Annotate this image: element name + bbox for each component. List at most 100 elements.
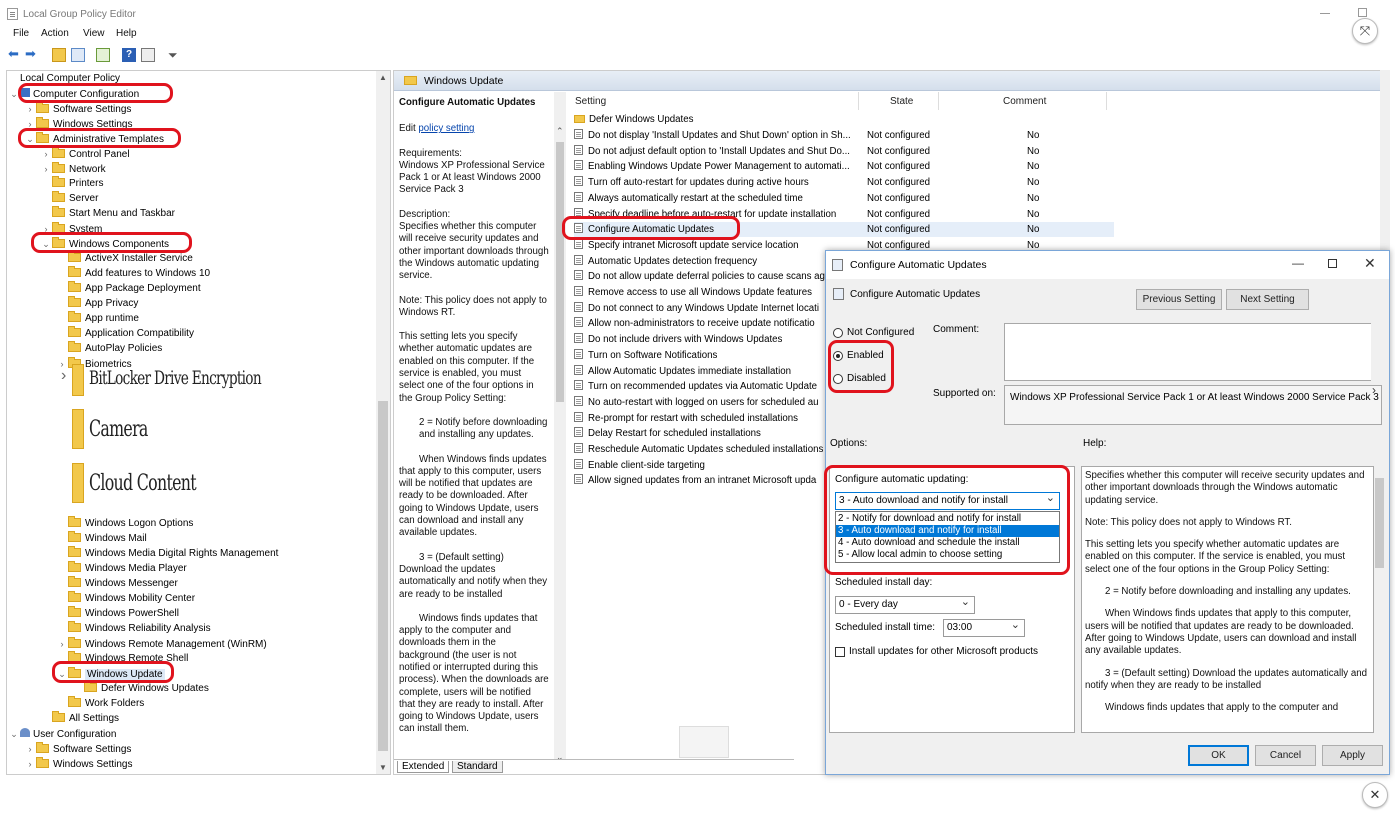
install-other-checkbox[interactable]: [835, 647, 845, 657]
list-item-name: Turn on recommended updates via Automati…: [588, 381, 818, 393]
minimize-icon[interactable]: —: [1292, 256, 1304, 270]
tree-app-privacy[interactable]: App Privacy: [56, 296, 138, 311]
scroll-thumb[interactable]: [378, 401, 388, 751]
tree-messenger[interactable]: Windows Messenger: [56, 576, 178, 591]
tree-app-runtime[interactable]: App runtime: [56, 311, 139, 326]
list-item[interactable]: Do not adjust default option to 'Install…: [574, 144, 1114, 159]
menu-view[interactable]: View: [83, 28, 105, 39]
list-item-state: Not configured: [867, 224, 931, 236]
tree-user-windows[interactable]: › Windows Settings: [24, 757, 132, 771]
supported-text: Windows XP Professional Service Pack 1 o…: [1010, 392, 1379, 403]
tree-start-menu[interactable]: Start Menu and Taskbar: [40, 206, 175, 221]
tree-winrm[interactable]: › Windows Remote Management (WinRM): [56, 637, 267, 651]
comment-field[interactable]: [1004, 323, 1382, 381]
scroll-thumb[interactable]: [556, 142, 564, 402]
show-tree-icon[interactable]: [71, 48, 85, 62]
folder-icon: [68, 576, 81, 587]
tree-add-features[interactable]: Add features to Windows 10: [56, 266, 210, 281]
comment-scrollbar[interactable]: [1371, 323, 1382, 381]
list-item-name: Remove access to use all Windows Update …: [588, 287, 812, 298]
folder-icon: [72, 364, 84, 396]
policy-setting-link[interactable]: policy setting: [418, 123, 474, 134]
time-dropdown[interactable]: 03:00: [943, 617, 1025, 637]
tree-work-folders[interactable]: Work Folders: [56, 696, 144, 711]
scroll-up-icon[interactable]: ⌃: [556, 126, 564, 137]
tree-app-package[interactable]: App Package Deployment: [56, 281, 201, 296]
chevron-right-icon[interactable]: ›: [1372, 383, 1376, 397]
desc-title: Configure Automatic Updates: [399, 97, 536, 108]
properties-icon[interactable]: [141, 48, 155, 62]
tab-standard[interactable]: Standard: [452, 761, 503, 773]
tree-powershell[interactable]: Windows PowerShell: [56, 606, 179, 621]
tree-media-player[interactable]: Windows Media Player: [56, 561, 187, 576]
desc-scrollbar[interactable]: ⌃ ⌄: [554, 92, 566, 762]
list-folder-defer[interactable]: Defer Windows Updates: [574, 112, 1114, 127]
tree-mobility[interactable]: Windows Mobility Center: [56, 591, 195, 606]
tree-user-configuration[interactable]: ⌄ User Configuration: [8, 727, 116, 741]
col-comment[interactable]: Comment: [1003, 96, 1046, 107]
export-icon[interactable]: [96, 48, 110, 62]
tree-cloud-content[interactable]: Cloud Content: [89, 471, 197, 496]
tree-server[interactable]: Server: [40, 191, 98, 206]
back-icon[interactable]: ⬅: [8, 47, 22, 62]
help-icon[interactable]: ?: [122, 48, 136, 62]
tree-activex[interactable]: ActiveX Installer Service: [56, 251, 193, 266]
scroll-down-icon[interactable]: ▼: [379, 763, 387, 772]
menu-help[interactable]: Help: [116, 28, 137, 39]
col-state[interactable]: State: [890, 96, 913, 107]
tab-extended[interactable]: Extended: [397, 761, 450, 773]
maximize-icon[interactable]: [1328, 259, 1337, 268]
next-setting-button[interactable]: Next Setting: [1226, 289, 1309, 310]
tree-user-software[interactable]: › Software Settings: [24, 742, 131, 756]
list-item[interactable]: Enabling Windows Update Power Management…: [574, 159, 1114, 174]
filter-icon[interactable]: ⏷: [168, 48, 182, 62]
tree-all-settings[interactable]: All Settings: [40, 711, 119, 726]
tree-printers[interactable]: Printers: [40, 176, 103, 191]
list-item-name: Do not allow update deferral policies to…: [588, 271, 825, 283]
previous-setting-button[interactable]: Previous Setting: [1136, 289, 1222, 310]
tree-camera[interactable]: Camera: [89, 417, 148, 442]
policy-icon: [574, 474, 583, 485]
help-scrollbar[interactable]: [1374, 466, 1385, 733]
close-icon[interactable]: ✕: [1364, 255, 1376, 272]
menu-action[interactable]: Action: [41, 28, 69, 39]
col-setting[interactable]: Setting: [575, 96, 606, 107]
tree-autoplay[interactable]: AutoPlay Policies: [56, 341, 162, 356]
tree-mail[interactable]: Windows Mail: [56, 531, 147, 546]
list-item[interactable]: Always automatically restart at the sche…: [574, 191, 1114, 206]
scroll-thumb[interactable]: [1375, 478, 1384, 568]
tree-bitlocker[interactable]: BitLocker Drive Encryption: [89, 367, 262, 389]
list-item-name: Turn on Software Notifications: [588, 349, 718, 361]
close-icon[interactable]: ✕: [1362, 782, 1388, 808]
tree-network[interactable]: › Network: [40, 162, 106, 176]
tree-logon[interactable]: Windows Logon Options: [56, 516, 193, 531]
policy-icon: [574, 443, 583, 453]
tree-scrollbar[interactable]: ▲ ▼: [376, 71, 390, 774]
ok-button[interactable]: OK: [1188, 745, 1249, 766]
toolbar: ⬅ ➡ ? ⏷: [0, 44, 1395, 66]
up-folder-icon[interactable]: [52, 48, 66, 62]
tree-defer-updates[interactable]: Defer Windows Updates: [72, 681, 209, 696]
menu-file[interactable]: File: [13, 28, 29, 39]
restore-icon[interactable]: [1358, 8, 1367, 17]
tree-app-compat[interactable]: Application Compatibility: [56, 326, 194, 341]
day-dropdown[interactable]: 0 - Every day: [835, 594, 975, 614]
minimize-icon[interactable]: [1320, 13, 1330, 14]
list-item[interactable]: Do not display 'Install Updates and Shut…: [574, 128, 1114, 143]
tree-drm[interactable]: Windows Media Digital Rights Management: [56, 546, 278, 561]
tree-software-settings[interactable]: › Software Settings: [24, 102, 131, 116]
tree-control-panel[interactable]: › Control Panel: [40, 147, 130, 161]
radio-not-configured[interactable]: [833, 328, 843, 338]
requirements-label: Requirements:: [399, 147, 462, 159]
scroll-up-icon[interactable]: ▲: [379, 73, 387, 82]
tree-reliability[interactable]: Windows Reliability Analysis: [56, 621, 211, 636]
list-item[interactable]: Turn off auto-restart for updates during…: [574, 175, 1114, 190]
day-label: Scheduled install day:: [835, 577, 933, 588]
forward-icon[interactable]: ➡: [25, 47, 39, 62]
list-item-comment: No: [1027, 192, 1040, 204]
list-item-name: Re-prompt for restart with scheduled ins…: [588, 412, 798, 424]
options-label: Options:: [830, 438, 868, 449]
cancel-button[interactable]: Cancel: [1255, 745, 1316, 766]
chevron-right-icon[interactable]: ›: [61, 367, 71, 397]
apply-button[interactable]: Apply: [1322, 745, 1383, 766]
